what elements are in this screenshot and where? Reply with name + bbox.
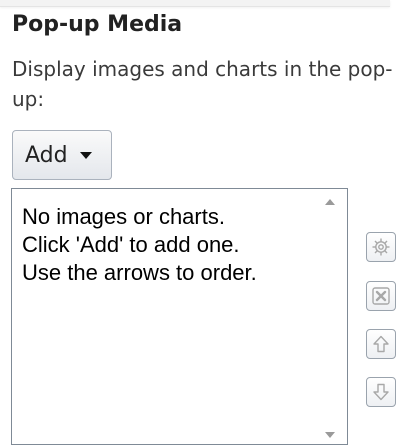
- add-button-label: Add: [25, 142, 68, 168]
- section-title: Pop-up Media: [12, 12, 183, 37]
- arrow-down-icon: [371, 382, 391, 402]
- scroll-down-arrow-icon[interactable]: [325, 432, 335, 438]
- gear-icon: [371, 237, 391, 257]
- delete-icon: [371, 286, 391, 306]
- media-settings-button[interactable]: [366, 232, 396, 262]
- list-scrollbar[interactable]: [319, 193, 341, 444]
- move-up-button[interactable]: [366, 329, 396, 359]
- move-down-button[interactable]: [366, 377, 396, 407]
- empty-message-line: Use the arrows to order.: [22, 260, 257, 285]
- top-divider: [0, 0, 390, 7]
- arrow-up-icon: [371, 334, 391, 354]
- empty-message-line: No images or charts.: [22, 204, 225, 229]
- empty-list-message: No images or charts. Click 'Add' to add …: [22, 203, 312, 287]
- media-list[interactable]: No images or charts. Click 'Add' to add …: [11, 188, 348, 445]
- delete-media-button[interactable]: [366, 281, 396, 311]
- scroll-up-arrow-icon[interactable]: [325, 199, 335, 205]
- add-media-button[interactable]: Add: [12, 130, 112, 180]
- empty-message-line: Click 'Add' to add one.: [22, 232, 240, 257]
- dropdown-caret-icon: [79, 151, 92, 159]
- section-description: Display images and charts in the pop-up:: [12, 57, 393, 111]
